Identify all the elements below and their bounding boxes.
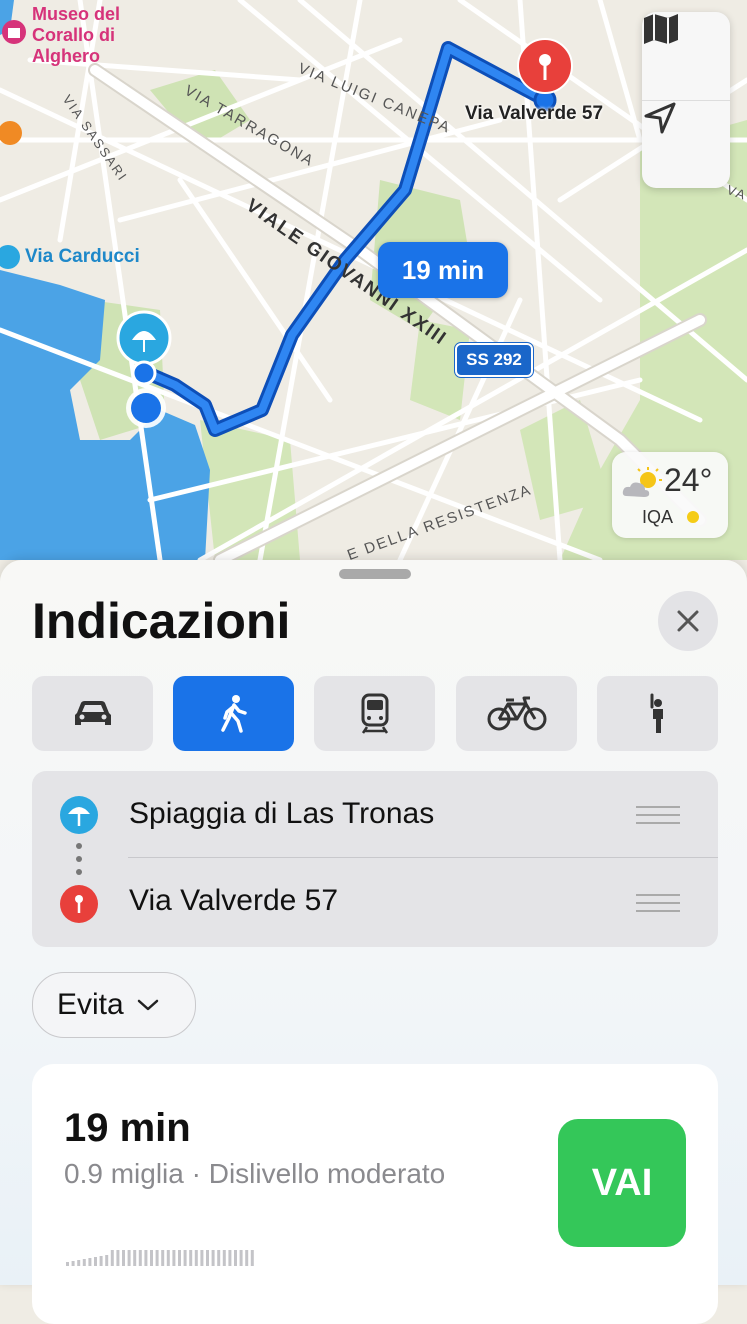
elevation-bar	[189, 1250, 193, 1266]
elevation-bar	[178, 1250, 181, 1266]
elevation-bar	[105, 1255, 109, 1266]
route-option-card[interactable]: 19 min 0.9 miglia · Dislivello moderato …	[32, 1064, 718, 1324]
weather-widget[interactable]: 24° IQA	[612, 452, 728, 538]
mode-rideshare-button[interactable]	[597, 676, 718, 751]
elevation-bar	[183, 1250, 187, 1266]
map-controls	[642, 12, 730, 188]
elevation-bar	[217, 1250, 221, 1266]
stop-divider	[128, 857, 718, 858]
elevation-bar	[239, 1250, 243, 1266]
road-shield: SS 292	[454, 342, 534, 378]
origin-beach-icon	[60, 796, 98, 834]
current-location-dot	[131, 393, 161, 423]
elevation-bar	[122, 1250, 125, 1266]
elevation-bar	[77, 1260, 81, 1266]
elevation-bar	[200, 1250, 204, 1266]
avoid-label: Evita	[57, 988, 124, 1021]
route-time: 19 min	[64, 1106, 191, 1150]
poi-museum-label[interactable]: Museo del Corallo di Alghero	[32, 4, 120, 67]
temperature: 24°	[664, 462, 713, 498]
elevation-bar	[99, 1256, 103, 1266]
close-icon	[677, 610, 699, 632]
destination-stop[interactable]: Via Valverde 57	[129, 884, 338, 918]
elevation-bar	[172, 1250, 176, 1266]
origin-stop[interactable]: Spiaggia di Las Tronas	[129, 797, 434, 831]
elevation-bar	[222, 1250, 226, 1266]
transit-icon	[361, 693, 388, 734]
route-dots-icon	[76, 843, 82, 875]
poi-carducci-label[interactable]: Via Carducci	[25, 246, 140, 268]
elevation-bar	[206, 1250, 209, 1266]
go-button[interactable]: VAI	[558, 1119, 686, 1247]
avoid-button[interactable]: Evita	[32, 972, 196, 1038]
location-arrow-icon	[644, 102, 676, 134]
elevation-bar	[250, 1250, 254, 1266]
elevation-bar	[127, 1250, 131, 1266]
elevation-profile-icon	[66, 1250, 254, 1266]
elevation-bar	[138, 1250, 142, 1266]
sheet-grabber[interactable]	[339, 569, 411, 579]
elevation-bar	[133, 1250, 137, 1266]
elevation-bar	[245, 1250, 249, 1266]
aqi-dot	[687, 511, 699, 523]
map-view[interactable]: VIA LUIGI CANEPA VIA TARRAGONA VIA SASSA…	[0, 0, 747, 600]
destination-map-label[interactable]: Via Valverde 57	[465, 103, 603, 125]
elevation-bar	[211, 1250, 215, 1266]
reorder-handle-icon[interactable]	[636, 806, 680, 830]
car-icon	[74, 700, 111, 725]
mode-car-button[interactable]	[32, 676, 153, 751]
map-mode-button[interactable]	[642, 12, 730, 100]
mode-transit-button[interactable]	[314, 676, 435, 751]
reorder-handle-icon[interactable]	[636, 894, 680, 918]
elevation-bar	[94, 1257, 97, 1266]
rideshare-icon	[650, 693, 663, 733]
aqi-label: IQA	[642, 507, 674, 527]
destination-pin-icon	[60, 885, 98, 923]
directions-sheet: Indicazioni Spiaggia di Las Tronas Via V…	[0, 560, 747, 1324]
map-mode-icon	[644, 14, 678, 44]
route-details: 0.9 miglia · Dislivello moderato	[64, 1158, 446, 1189]
mode-walk-button[interactable]	[173, 676, 294, 751]
mode-bike-button[interactable]	[456, 676, 577, 751]
elevation-bar	[82, 1259, 86, 1266]
elevation-bar	[144, 1250, 148, 1266]
route-eta-bubble[interactable]: 19 min	[378, 242, 508, 298]
elevation-bar	[150, 1250, 153, 1266]
bike-icon	[487, 696, 546, 730]
elevation-bar	[155, 1250, 159, 1266]
sheet-title: Indicazioni	[32, 593, 291, 649]
elevation-bar	[116, 1250, 120, 1266]
elevation-bar	[194, 1250, 198, 1266]
route-stops-box: Spiaggia di Las Tronas Via Valverde 57	[32, 771, 718, 947]
elevation-bar	[166, 1250, 170, 1266]
location-button[interactable]	[642, 100, 730, 188]
walk-icon	[220, 694, 247, 733]
elevation-bar	[161, 1250, 165, 1266]
elevation-bar	[234, 1250, 237, 1266]
elevation-bar	[228, 1250, 232, 1266]
chevron-down-icon	[137, 999, 158, 1011]
elevation-bar	[66, 1262, 69, 1266]
elevation-bar	[110, 1250, 114, 1266]
partly-cloudy-icon	[622, 467, 662, 497]
close-button[interactable]	[658, 591, 718, 651]
elevation-bar	[88, 1258, 92, 1266]
elevation-bar	[71, 1261, 75, 1266]
